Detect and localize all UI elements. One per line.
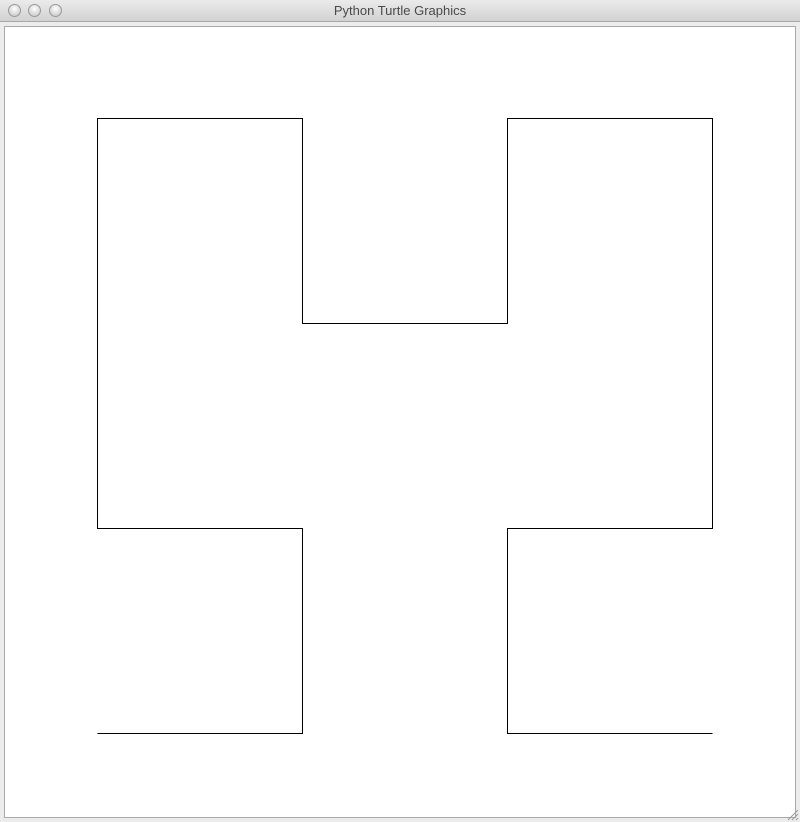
turtle-canvas-frame bbox=[4, 26, 796, 818]
resize-grip-icon[interactable] bbox=[787, 809, 799, 821]
turtle-window: Python Turtle Graphics bbox=[0, 0, 800, 822]
title-bar[interactable]: Python Turtle Graphics bbox=[0, 0, 800, 22]
turtle-path bbox=[97, 118, 713, 734]
turtle-canvas[interactable] bbox=[5, 27, 795, 817]
window-title: Python Turtle Graphics bbox=[333, 3, 467, 18]
